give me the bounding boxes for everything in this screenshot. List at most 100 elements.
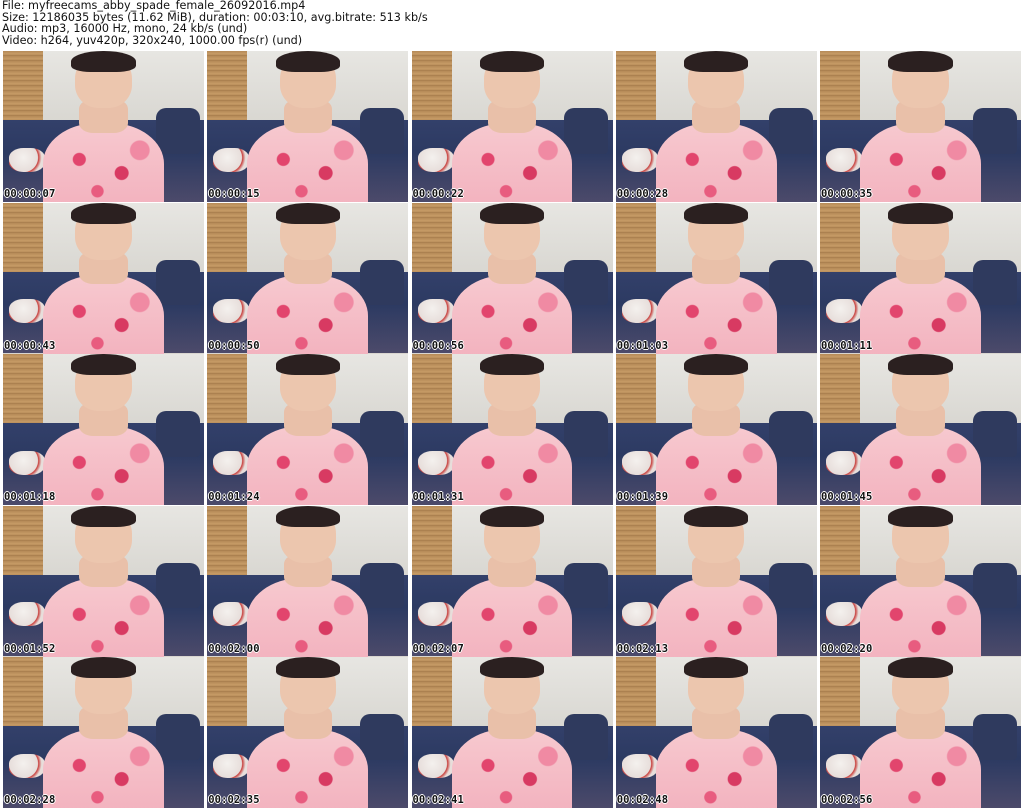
frame-hair: [71, 505, 136, 527]
frame-hair: [684, 202, 749, 224]
frame-cushion: [972, 108, 1017, 154]
frame-plush: [417, 299, 454, 324]
frame-timestamp: 00:01:24: [208, 491, 260, 503]
video-frame-thumbnail: 00:02:35: [207, 657, 409, 808]
frame-timestamp: 00:01:11: [821, 339, 873, 352]
video-frame-thumbnail: 00:02:07: [411, 505, 613, 657]
frame-hair: [684, 657, 749, 679]
video-frame-thumbnail: 00:00:28: [615, 51, 817, 202]
video-frame-thumbnail: 00:02:28: [3, 657, 204, 808]
frame-hair: [888, 202, 953, 224]
video-frame-thumbnail: 00:00:35: [820, 51, 1021, 202]
frame-cushion: [768, 108, 813, 154]
frame-hair: [684, 51, 749, 73]
frame-cushion: [564, 108, 609, 154]
frame-dress: [655, 577, 777, 657]
video-frame-thumbnail: 00:02:48: [615, 657, 817, 808]
video-frame-thumbnail: 00:00:22: [411, 51, 613, 202]
frame-dress: [247, 426, 369, 505]
frame-hair: [888, 354, 953, 376]
frame-dress: [655, 274, 777, 354]
frame-timestamp: 00:02:20: [821, 642, 873, 655]
video-frame-thumbnail: 00:02:00: [207, 505, 409, 657]
frame-timestamp: 00:01:52: [4, 642, 56, 655]
frame-cushion: [768, 562, 813, 609]
frame-hair: [479, 51, 545, 73]
frame-plush: [417, 753, 454, 778]
frame-timestamp: 00:01:18: [4, 491, 56, 503]
frame-cushion: [155, 411, 200, 457]
frame-dress: [655, 426, 777, 505]
frame-timestamp: 00:00:35: [821, 188, 873, 200]
frame-plush: [213, 450, 250, 475]
frame-timestamp: 00:01:31: [412, 491, 464, 503]
frame-dress: [43, 426, 164, 505]
frame-hair: [275, 657, 340, 679]
frame-plush: [826, 299, 863, 324]
frame-hair: [888, 51, 953, 73]
frame-cushion: [564, 714, 609, 760]
frame-dress: [860, 274, 981, 354]
video-info-line: Video: h264, yuv420p, 320x240, 1000.00 f…: [2, 33, 303, 47]
video-frame-thumbnail: 00:01:52: [3, 505, 204, 657]
frame-cushion: [360, 562, 405, 609]
frame-plush: [9, 450, 46, 475]
frame-hair: [71, 202, 136, 224]
frame-dress: [451, 729, 573, 808]
frame-hair: [479, 505, 545, 527]
frame-dress: [247, 577, 369, 657]
frame-plush: [826, 147, 863, 172]
frame-plush: [621, 602, 658, 627]
frame-hair: [275, 505, 340, 527]
frame-timestamp: 00:02:41: [412, 794, 464, 806]
frame-hair: [71, 354, 136, 376]
frame-dress: [451, 426, 573, 505]
frame-dress: [860, 123, 981, 202]
frame-plush: [213, 147, 250, 172]
frame-cushion: [155, 562, 200, 609]
frame-dress: [451, 123, 573, 202]
frame-cushion: [360, 411, 405, 457]
frame-timestamp: 00:00:15: [208, 188, 260, 200]
frame-plush: [417, 450, 454, 475]
frame-plush: [417, 147, 454, 172]
frame-plush: [621, 299, 658, 324]
frame-hair: [888, 657, 953, 679]
frame-timestamp: 00:02:56: [821, 794, 873, 806]
frame-timestamp: 00:01:45: [821, 491, 873, 503]
frame-dress: [43, 123, 164, 202]
frame-cushion: [155, 259, 200, 306]
frame-plush: [9, 602, 46, 627]
video-frame-thumbnail: 00:02:41: [411, 657, 613, 808]
frame-dress: [247, 729, 369, 808]
frame-dress: [451, 274, 573, 354]
frame-plush: [621, 147, 658, 172]
thumbnail-grid: 00:00:07 00:00:15 00:00:22 00:00:28 00:00:35…: [3, 51, 1021, 808]
frame-hair: [684, 354, 749, 376]
frame-dress: [247, 274, 369, 354]
frame-timestamp: 00:02:13: [616, 642, 669, 655]
frame-timestamp: 00:00:56: [412, 339, 464, 352]
video-frame-thumbnail: 00:00:50: [207, 202, 409, 354]
frame-plush: [9, 299, 46, 324]
frame-dress: [451, 577, 573, 657]
frame-dress: [860, 577, 981, 657]
frame-cushion: [768, 714, 813, 760]
frame-dress: [43, 729, 164, 808]
frame-dress: [860, 426, 981, 505]
file-info-header: File: myfreecams_abby_spade_female_26092…: [2, 0, 1022, 46]
video-frame-thumbnail: 00:00:43: [3, 202, 204, 354]
file-name-line: File: myfreecams_abby_spade_female_26092…: [2, 0, 306, 12]
video-frame-thumbnail: 00:01:18: [3, 354, 204, 505]
frame-cushion: [360, 259, 405, 306]
frame-hair: [71, 657, 136, 679]
frame-dress: [43, 577, 164, 657]
frame-timestamp: 00:00:50: [208, 339, 260, 352]
frame-plush: [621, 753, 658, 778]
frame-plush: [417, 602, 454, 627]
frame-timestamp: 00:02:00: [208, 642, 260, 655]
video-frame-thumbnail: 00:00:56: [411, 202, 613, 354]
frame-dress: [247, 123, 369, 202]
frame-hair: [275, 202, 340, 224]
frame-timestamp: 00:01:39: [616, 491, 669, 503]
